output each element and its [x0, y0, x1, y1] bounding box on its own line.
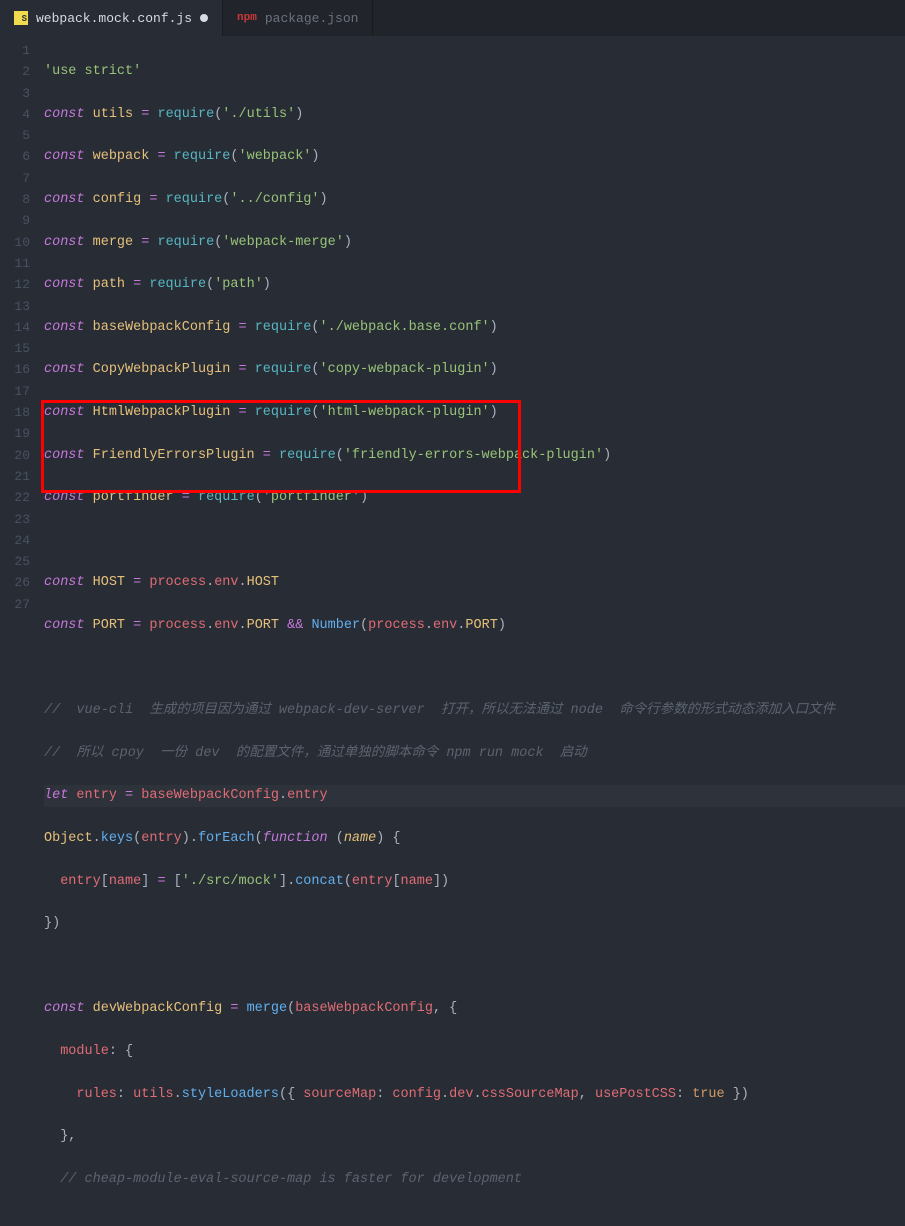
code-line: const HOST = process.env.HOST — [44, 572, 905, 593]
line-number: 2 — [0, 61, 30, 82]
code-line: const baseWebpackConfig = require('./web… — [44, 317, 905, 338]
line-number: 25 — [0, 551, 30, 572]
code-line: const HtmlWebpackPlugin = require('html-… — [44, 402, 905, 423]
code-line: Object.keys(entry).forEach(function (nam… — [44, 828, 905, 849]
line-number: 20 — [0, 445, 30, 466]
code-line: module: { — [44, 1041, 905, 1062]
line-number: 7 — [0, 168, 30, 189]
npm-file-icon: npm — [237, 12, 257, 24]
line-number: 12 — [0, 274, 30, 295]
code-line: // cheap-module-eval-source-map is faste… — [44, 1169, 905, 1190]
code-line — [44, 530, 905, 551]
code-line: entry[name] = ['./src/mock'].concat(entr… — [44, 871, 905, 892]
code-line: const CopyWebpackPlugin = require('copy-… — [44, 359, 905, 380]
line-number: 1 — [0, 40, 30, 61]
code-line: const PORT = process.env.PORT && Number(… — [44, 615, 905, 636]
modified-dot-icon — [200, 14, 208, 22]
code-editor[interactable]: 1 2 3 4 5 6 7 8 9 10 11 12 13 14 15 16 1… — [0, 36, 905, 613]
line-number: 10 — [0, 232, 30, 253]
line-number: 5 — [0, 125, 30, 146]
code-line: const portfinder = require('portfinder') — [44, 487, 905, 508]
line-number: 17 — [0, 381, 30, 402]
code-line: let entry = baseWebpackConfig.entry — [44, 785, 905, 806]
code-content[interactable]: 'use strict' const utils = require('./ut… — [44, 36, 905, 613]
code-line: const merge = require('webpack-merge') — [44, 232, 905, 253]
code-line: const webpack = require('webpack') — [44, 146, 905, 167]
line-number: 11 — [0, 253, 30, 274]
tab-label: webpack.mock.conf.js — [36, 11, 192, 26]
code-line: }) — [44, 913, 905, 934]
code-line: 'use strict' — [44, 61, 905, 82]
code-line: }, — [44, 1126, 905, 1147]
js-file-icon: S — [14, 11, 28, 25]
line-number: 9 — [0, 210, 30, 231]
line-number: 13 — [0, 296, 30, 317]
code-line: // vue-cli 生成的项目因为通过 webpack-dev-server … — [44, 700, 905, 721]
line-number: 27 — [0, 594, 30, 615]
code-line: const path = require('path') — [44, 274, 905, 295]
tab-bar: S webpack.mock.conf.js npm package.json — [0, 0, 905, 36]
code-line: // 所以 cpoy 一份 dev 的配置文件，通过单独的脚本命令 npm ru… — [44, 743, 905, 764]
line-number: 6 — [0, 146, 30, 167]
line-number: 15 — [0, 338, 30, 359]
code-line: const devWebpackConfig = merge(baseWebpa… — [44, 998, 905, 1019]
line-number: 22 — [0, 487, 30, 508]
line-number: 23 — [0, 509, 30, 530]
code-line: const FriendlyErrorsPlugin = require('fr… — [44, 445, 905, 466]
line-number: 18 — [0, 402, 30, 423]
code-line — [44, 956, 905, 977]
tab-package-json[interactable]: npm package.json — [223, 0, 373, 36]
line-number: 3 — [0, 83, 30, 104]
code-line: const utils = require('./utils') — [44, 104, 905, 125]
line-number: 21 — [0, 466, 30, 487]
code-line — [44, 658, 905, 679]
line-number: 16 — [0, 359, 30, 380]
line-number: 26 — [0, 572, 30, 593]
line-number: 19 — [0, 423, 30, 444]
line-number: 24 — [0, 530, 30, 551]
code-line: rules: utils.styleLoaders({ sourceMap: c… — [44, 1084, 905, 1105]
line-number: 4 — [0, 104, 30, 125]
line-number-gutter: 1 2 3 4 5 6 7 8 9 10 11 12 13 14 15 16 1… — [0, 36, 44, 613]
tab-webpack-mock[interactable]: S webpack.mock.conf.js — [0, 0, 223, 36]
line-number: 14 — [0, 317, 30, 338]
line-number: 8 — [0, 189, 30, 210]
tab-label: package.json — [265, 11, 359, 26]
code-line: const config = require('../config') — [44, 189, 905, 210]
